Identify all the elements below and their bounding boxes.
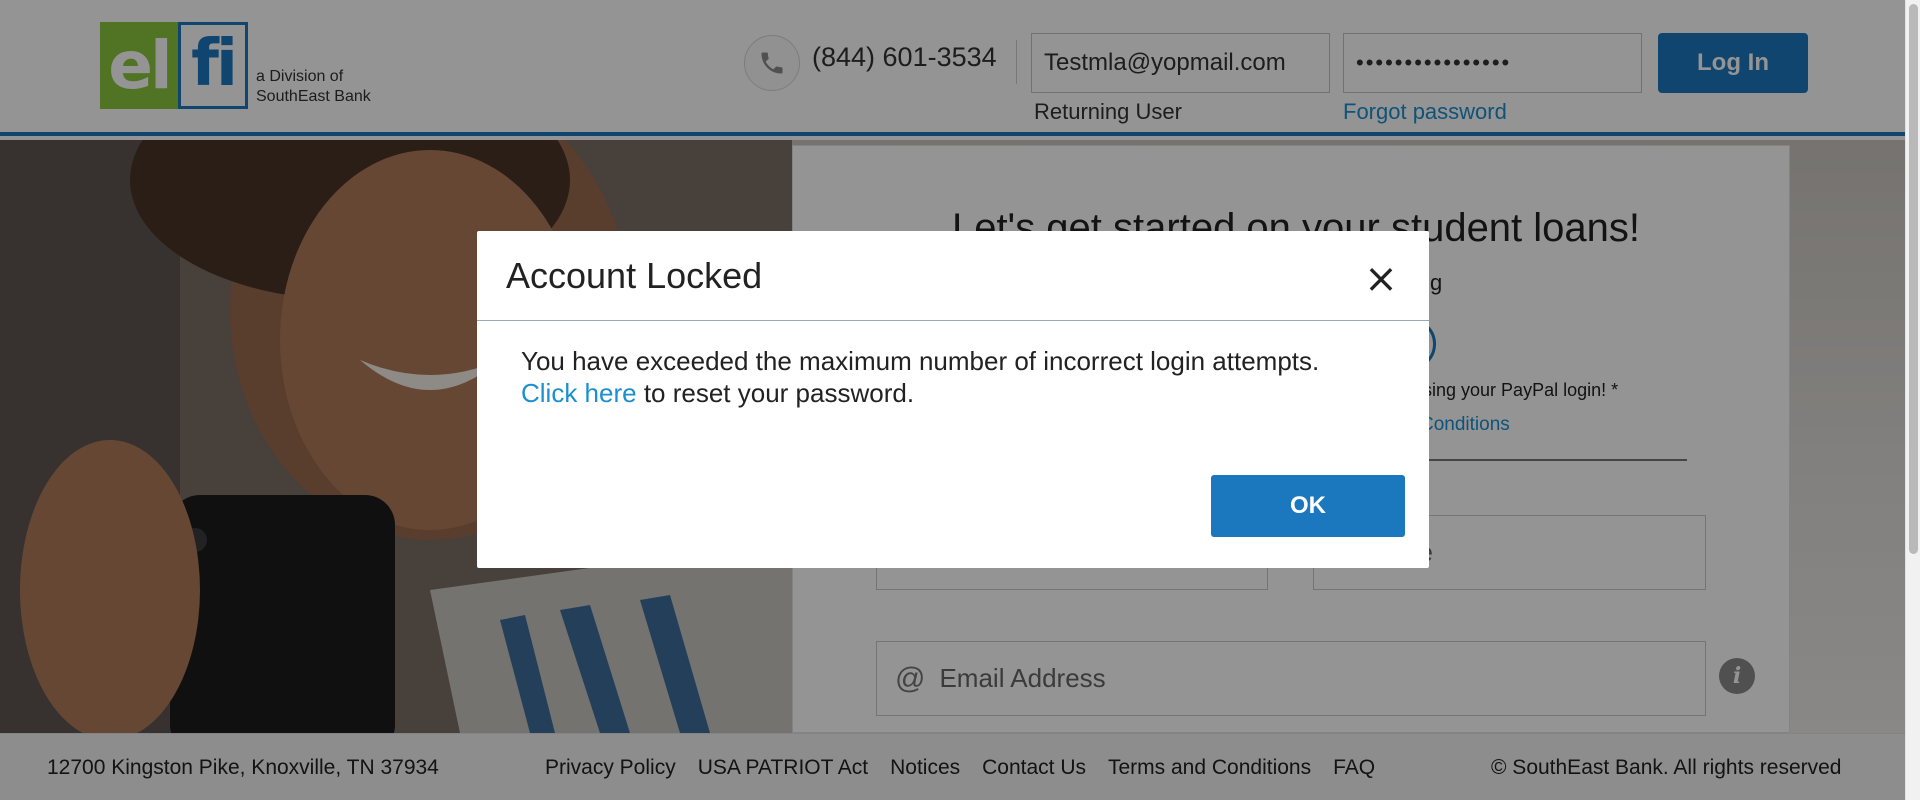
page-scrollbar[interactable]	[1905, 0, 1920, 800]
modal-message-suffix: to reset your password.	[636, 378, 915, 408]
modal-header: Account Locked ×	[477, 231, 1429, 321]
modal-message-text: You have exceeded the maximum number of …	[521, 346, 1320, 376]
scrollbar-thumb[interactable]	[1909, 4, 1918, 554]
ok-button[interactable]: OK	[1211, 475, 1405, 537]
reset-password-link[interactable]: Click here	[521, 378, 637, 408]
account-locked-modal: Account Locked × You have exceeded the m…	[477, 231, 1429, 568]
modal-message: You have exceeded the maximum number of …	[521, 345, 1401, 409]
modal-title: Account Locked	[506, 255, 763, 296]
close-icon[interactable]: ×	[1361, 259, 1401, 299]
